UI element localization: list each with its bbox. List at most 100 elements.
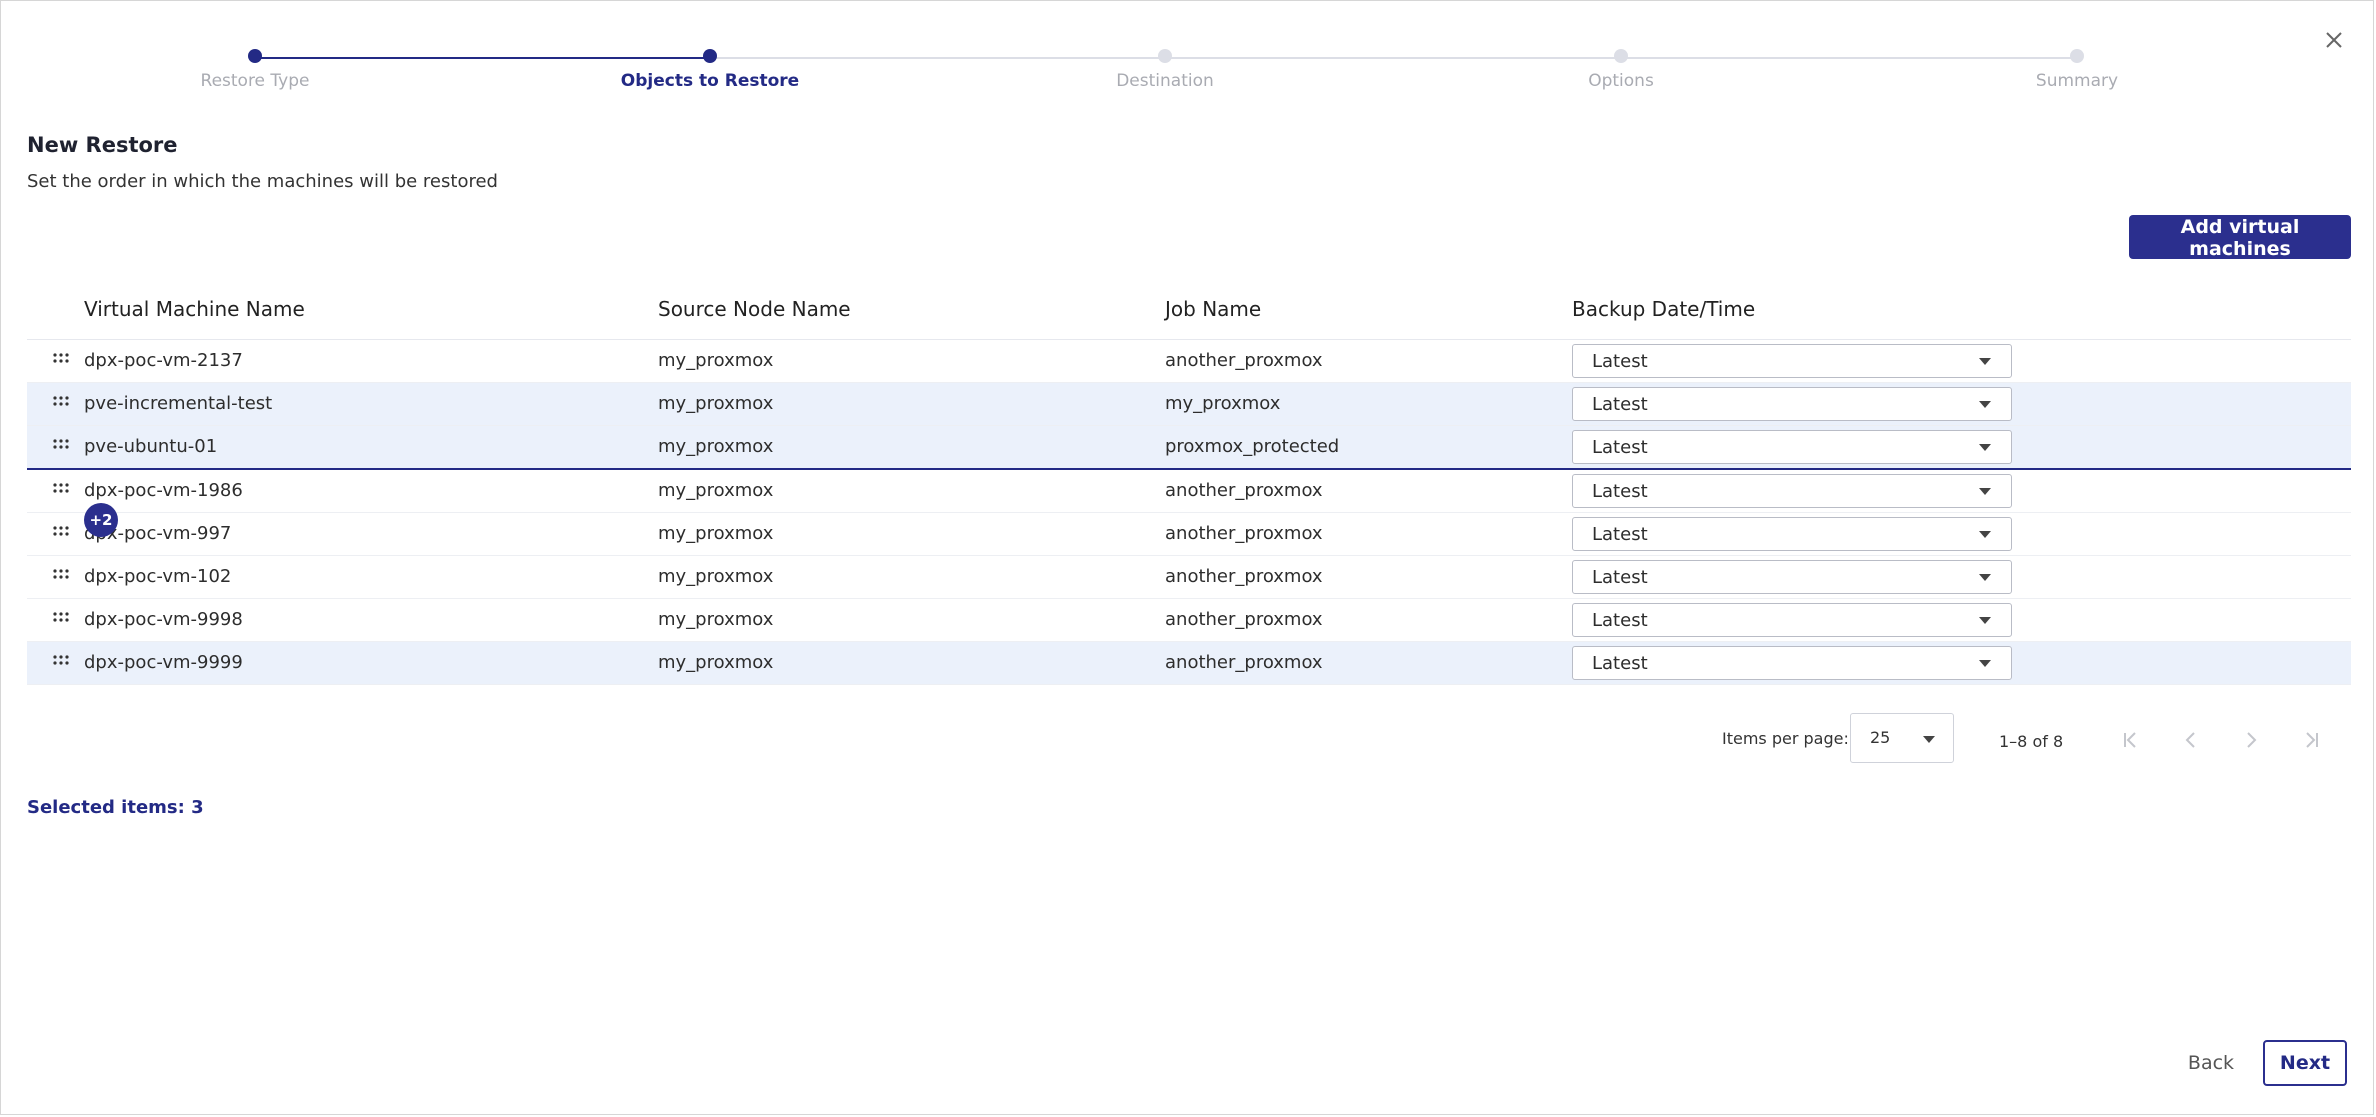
last-page-icon[interactable] <box>2298 727 2324 753</box>
job-name-cell: another_proxmox <box>1165 609 1323 630</box>
step-restore-type: Restore Type <box>105 49 405 91</box>
step-label: Restore Type <box>200 71 310 91</box>
chevron-down-icon <box>1979 574 1991 581</box>
next-page-icon[interactable] <box>2238 727 2264 753</box>
backup-date-value: Latest <box>1592 524 1648 545</box>
source-node-cell: my_proxmox <box>658 350 774 371</box>
back-button[interactable]: Back <box>2171 1041 2251 1085</box>
drag-count-badge: +2 <box>84 503 118 537</box>
selected-items-count: Selected items: 3 <box>27 797 204 818</box>
step-label: Summary <box>2035 71 2119 91</box>
drag-handle-icon[interactable] <box>51 434 71 454</box>
step-label: Destination <box>1116 71 1214 91</box>
items-per-page-select[interactable]: 25 <box>1850 713 1954 763</box>
backup-date-value: Latest <box>1592 567 1648 588</box>
table-row[interactable]: dpx-poc-vm-997 my_proxmox another_proxmox L… <box>27 513 2351 556</box>
job-name-cell: another_proxmox <box>1165 652 1323 673</box>
backup-date-value: Latest <box>1592 610 1648 631</box>
table-row[interactable]: dpx-poc-vm-1986 my_proxmox another_proxmox… <box>27 470 2351 513</box>
page-subtitle: Set the order in which the machines will… <box>27 171 498 192</box>
step-label: Objects to Restore <box>620 71 800 91</box>
table-header: Virtual Machine Name Source Node Name Jo… <box>27 291 2351 340</box>
column-header-source-node[interactable]: Source Node Name <box>658 297 851 321</box>
chevron-down-icon <box>1979 660 1991 667</box>
column-header-vm-name[interactable]: Virtual Machine Name <box>84 297 305 321</box>
drag-handle-icon[interactable] <box>51 607 71 627</box>
chevron-down-icon <box>1923 736 1935 743</box>
step-dot <box>248 49 262 63</box>
source-node-cell: my_proxmox <box>658 436 774 457</box>
job-name-cell: another_proxmox <box>1165 566 1323 587</box>
backup-date-select[interactable]: Latest <box>1572 646 2012 680</box>
add-virtual-machines-button[interactable]: Add virtual machines <box>2129 215 2351 260</box>
table-row[interactable]: dpx-poc-vm-9998 my_proxmox another_proxmox… <box>27 599 2351 642</box>
column-header-job-name[interactable]: Job Name <box>1165 297 1261 321</box>
source-node-cell: my_proxmox <box>658 652 774 673</box>
items-per-page-label: Items per page: <box>1722 729 1849 748</box>
chevron-down-icon <box>1979 358 1991 365</box>
backup-date-select[interactable]: Latest <box>1572 603 2012 637</box>
backup-date-select[interactable]: Latest <box>1572 560 2012 594</box>
source-node-cell: my_proxmox <box>658 393 774 414</box>
backup-date-value: Latest <box>1592 351 1648 372</box>
backup-date-select[interactable]: Latest <box>1572 430 2012 464</box>
table-row[interactable]: dpx-poc-vm-9999 my_proxmox another_proxmox… <box>27 642 2351 685</box>
column-header-backup-date[interactable]: Backup Date/Time <box>1572 297 1755 321</box>
step-dot <box>703 49 717 63</box>
step-dot <box>1158 49 1172 63</box>
job-name-cell: proxmox_protected <box>1165 436 1340 457</box>
source-node-cell: my_proxmox <box>658 566 774 587</box>
next-button[interactable]: Next <box>2263 1040 2347 1086</box>
backup-date-select[interactable]: Latest <box>1572 344 2012 378</box>
pagination-range: 1–8 of 8 <box>1999 732 2064 751</box>
drag-handle-icon[interactable] <box>51 348 71 368</box>
vm-name-cell: dpx-poc-vm-9999 <box>84 652 243 673</box>
table-row[interactable]: pve-ubuntu-01 my_proxmox proxmox_protected… <box>27 426 2351 470</box>
step-dot <box>1614 49 1628 63</box>
chevron-down-icon <box>1979 617 1991 624</box>
step-options: Options <box>1471 49 1771 91</box>
table-body: dpx-poc-vm-2137 my_proxmox another_proxmox… <box>27 340 2351 685</box>
job-name-cell: another_proxmox <box>1165 523 1323 544</box>
items-per-page-value: 25 <box>1870 728 1891 747</box>
drag-handle-icon[interactable] <box>51 650 71 670</box>
restore-order-table: Virtual Machine Name Source Node Name Jo… <box>27 291 2351 685</box>
job-name-cell: my_proxmox <box>1165 393 1281 414</box>
chevron-down-icon <box>1979 444 1991 451</box>
chevron-down-icon <box>1979 531 1991 538</box>
step-objects-to-restore: Objects to Restore <box>560 49 860 91</box>
vm-name-cell: dpx-poc-vm-2137 <box>84 350 243 371</box>
drag-handle-icon[interactable] <box>51 564 71 584</box>
vm-name-cell: dpx-poc-vm-9998 <box>84 609 243 630</box>
step-label: Options <box>1588 71 1654 91</box>
backup-date-value: Latest <box>1592 481 1648 502</box>
drag-handle-icon[interactable] <box>51 478 71 498</box>
job-name-cell: another_proxmox <box>1165 480 1323 501</box>
backup-date-value: Latest <box>1592 437 1648 458</box>
step-destination: Destination <box>1015 49 1315 91</box>
source-node-cell: my_proxmox <box>658 523 774 544</box>
backup-date-select[interactable]: Latest <box>1572 474 2012 508</box>
backup-date-select[interactable]: Latest <box>1572 387 2012 421</box>
vm-name-cell: dpx-poc-vm-1986 <box>84 480 243 501</box>
drag-handle-icon[interactable] <box>51 521 71 541</box>
table-row[interactable]: dpx-poc-vm-102 my_proxmox another_proxmox L… <box>27 556 2351 599</box>
source-node-cell: my_proxmox <box>658 609 774 630</box>
stepper-track-pending <box>710 57 2078 59</box>
previous-page-icon[interactable] <box>2178 727 2204 753</box>
first-page-icon[interactable] <box>2118 727 2144 753</box>
restore-dialog: Restore Type Objects to Restore Destinat… <box>0 0 2374 1115</box>
backup-date-value: Latest <box>1592 653 1648 674</box>
step-summary: Summary <box>1927 49 2227 91</box>
chevron-down-icon <box>1979 401 1991 408</box>
table-row[interactable]: dpx-poc-vm-2137 my_proxmox another_proxmox… <box>27 340 2351 383</box>
chevron-down-icon <box>1979 488 1991 495</box>
job-name-cell: another_proxmox <box>1165 350 1323 371</box>
source-node-cell: my_proxmox <box>658 480 774 501</box>
backup-date-value: Latest <box>1592 394 1648 415</box>
drag-handle-icon[interactable] <box>51 391 71 411</box>
page-title: New Restore <box>27 133 178 157</box>
backup-date-select[interactable]: Latest <box>1572 517 2012 551</box>
vm-name-cell: pve-ubuntu-01 <box>84 436 218 457</box>
table-row[interactable]: pve-incremental-test my_proxmox my_proxmox… <box>27 383 2351 426</box>
